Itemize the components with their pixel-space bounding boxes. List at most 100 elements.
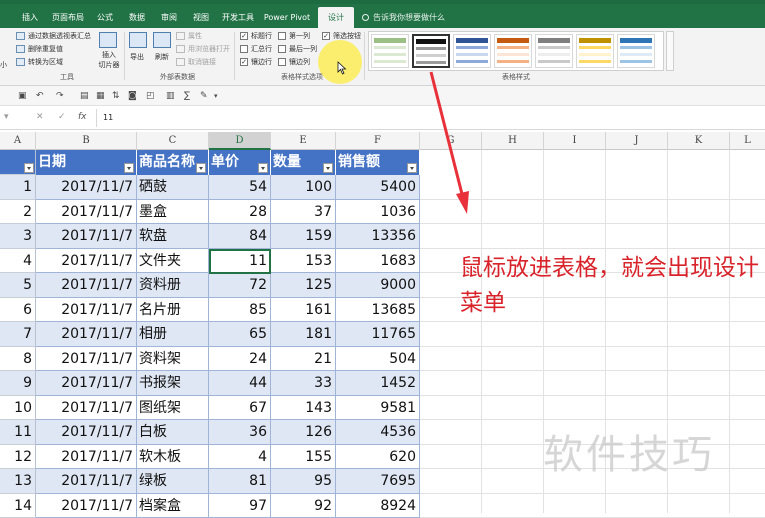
- column-header-F[interactable]: F: [336, 132, 420, 150]
- cell-quantity[interactable]: 21: [271, 347, 336, 372]
- header-cell-date[interactable]: 日期: [36, 150, 137, 175]
- tab-formulas[interactable]: 公式: [92, 7, 118, 28]
- table-style-swatch[interactable]: [371, 34, 409, 68]
- cell-product[interactable]: 资料册: [137, 273, 209, 298]
- cell-sales[interactable]: 13356: [336, 224, 420, 249]
- table-style-swatch[interactable]: [617, 34, 655, 68]
- cell-quantity[interactable]: 143: [271, 396, 336, 421]
- camera-icon[interactable]: ◙: [128, 90, 137, 102]
- cell-price[interactable]: 28: [209, 200, 271, 225]
- enter-icon[interactable]: ✓: [58, 111, 66, 123]
- row-header[interactable]: 14: [0, 494, 36, 518]
- total-row-checkbox[interactable]: [240, 45, 248, 53]
- cell-product[interactable]: 软木板: [137, 445, 209, 470]
- row-header[interactable]: 4: [0, 249, 36, 274]
- cell-price[interactable]: 67: [209, 396, 271, 421]
- cell-date[interactable]: 2017/11/7: [36, 396, 137, 421]
- tab-page-layout[interactable]: 页面布局: [50, 7, 86, 28]
- cell-date[interactable]: 2017/11/7: [36, 469, 137, 494]
- cell-price[interactable]: 65: [209, 322, 271, 347]
- header-cell-quantity[interactable]: 数量: [271, 150, 336, 175]
- name-box-dropdown-icon[interactable]: ▾: [4, 111, 9, 123]
- cell-price[interactable]: 44: [209, 371, 271, 396]
- cell-quantity[interactable]: 92: [271, 494, 336, 518]
- cell-quantity[interactable]: 95: [271, 469, 336, 494]
- header-cell-sales[interactable]: 销售额: [336, 150, 420, 175]
- cell-price[interactable]: 24: [209, 347, 271, 372]
- table-style-swatch[interactable]: [576, 34, 614, 68]
- row-header[interactable]: 2: [0, 200, 36, 225]
- cell-date[interactable]: 2017/11/7: [36, 420, 137, 445]
- tab-data[interactable]: 数据: [124, 7, 150, 28]
- cell-product[interactable]: 墨盒: [137, 200, 209, 225]
- tab-view[interactable]: 视图: [188, 7, 214, 28]
- filter-dropdown-icon[interactable]: [24, 163, 34, 173]
- sort-icon[interactable]: ⇅: [112, 90, 120, 102]
- cell-date[interactable]: 2017/11/7: [36, 200, 137, 225]
- filter-dropdown-icon[interactable]: [407, 163, 417, 173]
- column-header-C[interactable]: C: [137, 132, 209, 150]
- column-header-J[interactable]: J: [606, 132, 668, 150]
- properties-button[interactable]: 属性: [188, 31, 202, 41]
- cell-product[interactable]: 书报架: [137, 371, 209, 396]
- header-cell-product[interactable]: 商品名称: [137, 150, 209, 175]
- cell-product[interactable]: 白板: [137, 420, 209, 445]
- save-icon[interactable]: ▣: [18, 90, 27, 102]
- column-header-D[interactable]: D: [209, 132, 271, 150]
- cell-date[interactable]: 2017/11/7: [36, 322, 137, 347]
- tab-insert[interactable]: 插入: [16, 7, 44, 28]
- gallery-scroll-button[interactable]: [666, 31, 674, 71]
- filter-button-checkbox[interactable]: ✓: [322, 32, 330, 40]
- table-style-swatch[interactable]: [453, 34, 491, 68]
- customize-qat-icon[interactable]: ▾: [214, 90, 218, 102]
- column-header-B[interactable]: B: [36, 132, 137, 150]
- cell-date[interactable]: 2017/11/7: [36, 371, 137, 396]
- header-cell-price[interactable]: 单价: [209, 150, 271, 175]
- cell-price[interactable]: 72: [209, 273, 271, 298]
- tell-me-search[interactable]: 告诉我你想要做什么: [362, 7, 445, 28]
- cell-sales[interactable]: 620: [336, 445, 420, 470]
- summarize-with-pivot-button[interactable]: 通过数据透视表汇总: [28, 31, 91, 41]
- autosum-icon[interactable]: ∑: [184, 90, 190, 102]
- row-header[interactable]: 3: [0, 224, 36, 249]
- cell-price[interactable]: 85: [209, 298, 271, 323]
- cell-product[interactable]: 资料架: [137, 347, 209, 372]
- cell-sales[interactable]: 9581: [336, 396, 420, 421]
- format-icon[interactable]: ▦: [96, 90, 105, 102]
- cell-quantity[interactable]: 155: [271, 445, 336, 470]
- last-column-checkbox[interactable]: [278, 45, 286, 53]
- unlink-button[interactable]: 取消链接: [188, 57, 216, 67]
- cell-sales[interactable]: 1683: [336, 249, 420, 274]
- filter-dropdown-icon[interactable]: [124, 163, 134, 173]
- cell-price[interactable]: 54: [209, 175, 271, 200]
- banded-columns-checkbox[interactable]: [278, 58, 286, 66]
- tab-developer[interactable]: 开发工具: [220, 7, 256, 28]
- format-painter-icon[interactable]: ✎: [200, 90, 208, 102]
- filter-dropdown-icon[interactable]: [323, 163, 333, 173]
- cell-product[interactable]: 硒鼓: [137, 175, 209, 200]
- remove-duplicates-button[interactable]: 删除重复值: [28, 44, 63, 54]
- row-header[interactable]: 9: [0, 371, 36, 396]
- column-header-K[interactable]: K: [668, 132, 730, 150]
- cell-quantity[interactable]: 33: [271, 371, 336, 396]
- row-header[interactable]: 7: [0, 322, 36, 347]
- cell-price[interactable]: 97: [209, 494, 271, 518]
- first-column-checkbox[interactable]: [278, 32, 286, 40]
- cell-product[interactable]: 绿板: [137, 469, 209, 494]
- cell-date[interactable]: 2017/11/7: [36, 249, 137, 274]
- row-header[interactable]: 1: [0, 175, 36, 200]
- cell-product[interactable]: 相册: [137, 322, 209, 347]
- cell-quantity[interactable]: 153: [271, 249, 336, 274]
- cell-sales[interactable]: 7695: [336, 469, 420, 494]
- column-header-I[interactable]: I: [544, 132, 606, 150]
- refresh-button[interactable]: 刷新: [155, 52, 169, 62]
- convert-to-range-button[interactable]: 转换为区域: [28, 57, 63, 67]
- cell-sales[interactable]: 1452: [336, 371, 420, 396]
- cell-product[interactable]: 图纸架: [137, 396, 209, 421]
- cell-sales[interactable]: 504: [336, 347, 420, 372]
- table-style-swatch-selected[interactable]: [412, 34, 450, 68]
- filter-dropdown-icon[interactable]: [196, 163, 206, 173]
- cell-quantity[interactable]: 125: [271, 273, 336, 298]
- cell-sales[interactable]: 13685: [336, 298, 420, 323]
- cell-product[interactable]: 档案盒: [137, 494, 209, 518]
